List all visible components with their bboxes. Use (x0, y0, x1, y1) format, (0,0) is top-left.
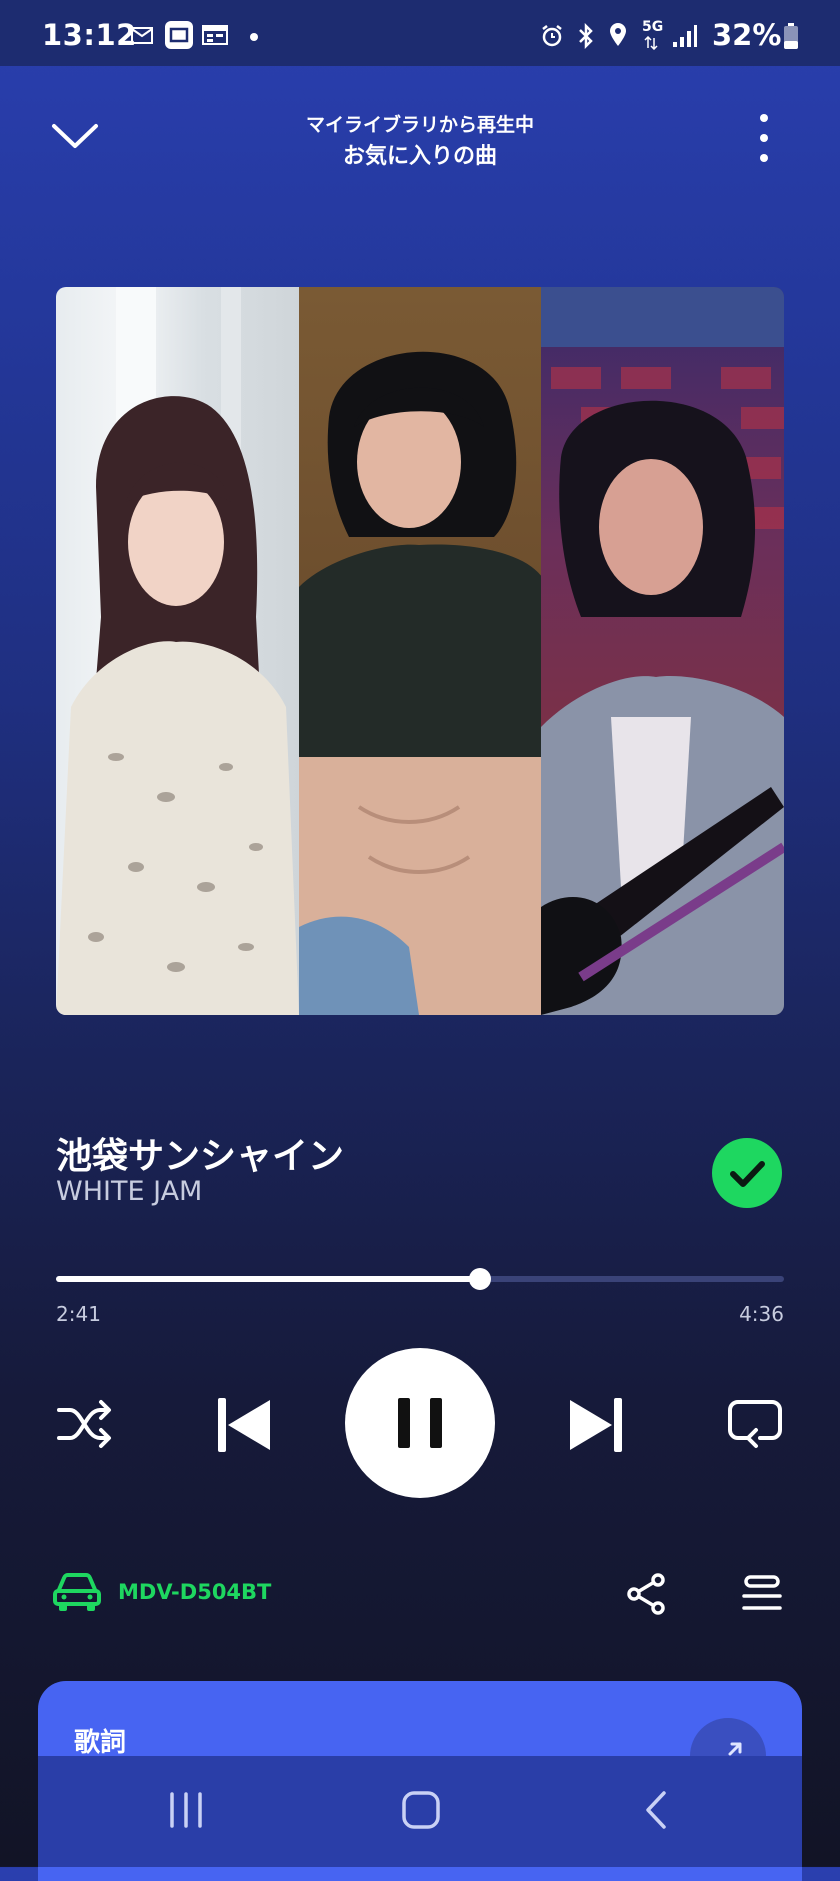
next-icon[interactable] (568, 1396, 624, 1454)
mail-icon (131, 27, 153, 44)
home-icon[interactable] (400, 1789, 442, 1831)
progress-handle[interactable] (469, 1268, 491, 1290)
network-type: 5G (642, 19, 664, 35)
connected-device-name[interactable]: MDV-D504BT (118, 1580, 271, 1604)
status-time: 13:12 (42, 18, 137, 52)
location-icon (610, 23, 626, 46)
track-title[interactable]: 池袋サンシャイン (56, 1127, 344, 1179)
queue-icon[interactable] (742, 1574, 782, 1614)
battery-percent: 32% (712, 18, 782, 52)
dot-icon (250, 33, 258, 41)
more-options-icon[interactable] (752, 112, 776, 164)
progress-fill (56, 1276, 480, 1282)
recent-apps-icon[interactable] (166, 1790, 206, 1830)
lyrics-label: 歌詞 (74, 1728, 127, 1758)
album-art-panel-right (541, 287, 784, 1015)
pause-button[interactable] (345, 1348, 495, 1498)
total-time: 4:36 (739, 1302, 784, 1326)
liked-button[interactable] (712, 1138, 782, 1208)
track-artist[interactable]: WHITE JAM (56, 1176, 202, 1207)
bluetooth-icon (579, 23, 593, 49)
car-icon[interactable] (52, 1570, 102, 1612)
repeat-icon[interactable] (726, 1398, 784, 1452)
back-icon[interactable] (640, 1789, 670, 1831)
previous-icon[interactable] (216, 1396, 272, 1454)
news-app-icon (165, 21, 193, 49)
pause-icon (398, 1398, 442, 1448)
data-arrows-icon (644, 36, 658, 50)
share-icon[interactable] (624, 1572, 668, 1616)
shuffle-icon[interactable] (56, 1398, 114, 1450)
alarm-icon (542, 25, 562, 47)
playlist-title[interactable]: お気に入りの曲 (0, 138, 840, 170)
elapsed-time: 2:41 (56, 1302, 101, 1326)
battery-icon (784, 23, 798, 49)
playing-from-label: マイライブラリから再生中 (305, 114, 534, 136)
checkmark-icon (730, 1161, 765, 1187)
signal-icon (673, 25, 697, 47)
calendar-icon (202, 25, 228, 45)
album-art (56, 287, 784, 1015)
album-art-panel-middle (298, 287, 542, 1015)
album-art-panel-left (56, 287, 299, 1015)
